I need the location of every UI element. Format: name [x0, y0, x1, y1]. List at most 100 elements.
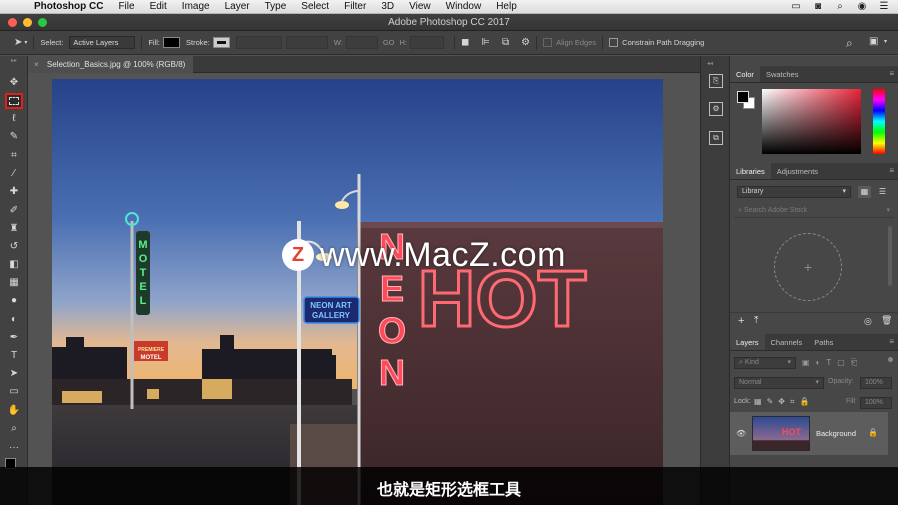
menu-filter[interactable]: Filter: [344, 1, 366, 12]
add-content-icon[interactable]: +: [738, 315, 744, 327]
geometry-settings-icon[interactable]: ⚙: [521, 37, 530, 48]
stroke-swatch[interactable]: [212, 37, 230, 48]
clone-stamp-tool-icon[interactable]: ♜: [5, 221, 23, 237]
screen-mirror-icon[interactable]: ▭: [790, 1, 802, 12]
layer-kind-filter[interactable]: ⌕ Kind ▾: [734, 357, 796, 369]
menu-image[interactable]: Image: [182, 1, 210, 12]
opacity-field[interactable]: 100%: [860, 377, 892, 389]
align-edges-checkbox[interactable]: [543, 38, 553, 47]
tab-layers[interactable]: Layers: [730, 334, 765, 350]
libraries-panel-menu-icon[interactable]: ≡: [889, 166, 894, 175]
crop-tool-icon[interactable]: ⌗: [5, 148, 23, 164]
brush-tool-icon[interactable]: ✐: [5, 203, 23, 219]
stock-search-input[interactable]: ⌕ Search Adobe Stock ▾: [734, 206, 894, 218]
link-wh-label[interactable]: GO: [383, 38, 395, 47]
tab-color[interactable]: Color: [730, 66, 760, 82]
eyedropper-tool-icon[interactable]: ⁄: [5, 166, 23, 182]
history-brush-tool-icon[interactable]: ↺: [5, 239, 23, 255]
fill-field[interactable]: 100%: [860, 397, 892, 409]
spotlight-search-icon[interactable]: ⌕: [834, 1, 846, 12]
quick-selection-tool-icon[interactable]: ✎: [5, 129, 23, 145]
lock-position-icon[interactable]: ✥: [778, 397, 790, 406]
rectangular-marquee-tool-icon[interactable]: [5, 93, 23, 109]
lasso-tool-icon[interactable]: ℓ: [5, 111, 23, 127]
tab-adjustments[interactable]: Adjustments: [771, 163, 824, 179]
more-tools-icon[interactable]: ···: [5, 440, 23, 456]
tab-swatches[interactable]: Swatches: [760, 66, 805, 82]
workspace-switcher-icon[interactable]: ▣: [869, 36, 878, 47]
constrain-path-checkbox[interactable]: [609, 38, 619, 47]
hue-slider[interactable]: [873, 89, 885, 154]
color-panel-foreground[interactable]: [737, 91, 749, 103]
pixel-filter-icon[interactable]: ▣: [802, 358, 816, 367]
fill-swatch[interactable]: [163, 37, 181, 48]
document-image[interactable]: N E O N HOT M O T E L NEON ART GALLERY P…: [52, 79, 663, 505]
apple-icon[interactable]: [10, 1, 22, 13]
type-tool-icon[interactable]: T: [5, 348, 23, 364]
grid-view-icon[interactable]: ▦: [858, 186, 871, 198]
library-trash-icon[interactable]: 🗑: [881, 315, 892, 326]
siri-icon[interactable]: ◉: [856, 1, 868, 12]
stock-search-chevron-icon[interactable]: ▾: [886, 206, 890, 216]
properties-panel-icon[interactable]: ⚙: [709, 102, 723, 116]
menu-help[interactable]: Help: [496, 1, 517, 12]
notification-list-icon[interactable]: ☰: [878, 1, 890, 12]
add-library-content-icon[interactable]: +: [774, 233, 842, 301]
path-selection-tool-icon[interactable]: ➤: [14, 37, 22, 48]
upload-icon[interactable]: ⤒: [754, 315, 758, 326]
layer-row-background[interactable]: 👁 HOT Background 🔒: [730, 412, 888, 455]
tab-libraries[interactable]: Libraries: [730, 163, 771, 179]
list-view-icon[interactable]: ☰: [876, 186, 889, 198]
width-field[interactable]: [345, 36, 378, 49]
menu-layer[interactable]: Layer: [225, 1, 250, 12]
library-dropdown[interactable]: Library ▾: [737, 186, 851, 198]
navigator-panel-icon[interactable]: ⧉: [709, 131, 723, 145]
move-tool-icon[interactable]: ✥: [5, 75, 23, 91]
zoom-tool-icon[interactable]: ⌕: [5, 421, 23, 437]
menu-view[interactable]: View: [409, 1, 431, 12]
menu-edit[interactable]: Edit: [150, 1, 167, 12]
gradient-tool-icon[interactable]: ▦: [5, 275, 23, 291]
adjustment-filter-icon[interactable]: ◐: [816, 358, 827, 367]
layers-panel-menu-icon[interactable]: ≡: [889, 337, 894, 346]
filter-toggle[interactable]: [888, 357, 893, 362]
tools-collapse-icon[interactable]: ▸▸: [5, 58, 23, 64]
smart-object-filter-icon[interactable]: ⎗: [851, 358, 863, 367]
libraries-scrollbar[interactable]: [888, 226, 892, 286]
lock-transparent-icon[interactable]: ▦: [754, 397, 767, 406]
height-field[interactable]: [409, 36, 444, 49]
path-selection-tool-icon[interactable]: ➤: [5, 366, 23, 382]
select-layers-dropdown[interactable]: Active Layers: [69, 36, 136, 49]
strip-collapse-icon[interactable]: ◂◂: [707, 60, 713, 67]
menu-window[interactable]: Window: [446, 1, 482, 12]
tool-preset-chevron-icon[interactable]: ▾: [24, 39, 27, 46]
color-picker-field[interactable]: [762, 89, 861, 154]
healing-brush-tool-icon[interactable]: ✚: [5, 184, 23, 200]
stroke-width-field[interactable]: [235, 36, 282, 49]
stroke-type-dropdown[interactable]: [285, 36, 328, 49]
path-operations-icon[interactable]: ◼: [461, 37, 469, 48]
dodge-tool-icon[interactable]: ◐: [5, 312, 23, 328]
tab-paths[interactable]: Paths: [808, 334, 839, 350]
menu-type[interactable]: Type: [265, 1, 287, 12]
shape-filter-icon[interactable]: ▢: [837, 358, 851, 367]
blend-mode-dropdown[interactable]: Normal ▾: [734, 377, 824, 389]
layer-visibility-icon[interactable]: 👁: [736, 429, 746, 438]
path-alignment-icon[interactable]: ⊫: [481, 37, 490, 48]
hand-tool-icon[interactable]: ✋: [5, 403, 23, 419]
lock-image-icon[interactable]: ✎: [767, 397, 779, 406]
menu-select[interactable]: Select: [301, 1, 329, 12]
layer-name[interactable]: Background: [816, 429, 856, 438]
eraser-tool-icon[interactable]: ◧: [5, 257, 23, 273]
type-filter-icon[interactable]: T: [826, 358, 837, 367]
lock-all-icon[interactable]: 🔒: [799, 397, 814, 406]
search-icon[interactable]: ⌕: [846, 36, 853, 51]
menu-app-name[interactable]: Photoshop CC: [34, 1, 103, 12]
camera-icon[interactable]: ◙: [812, 1, 824, 12]
menu-file[interactable]: File: [118, 1, 134, 12]
blur-tool-icon[interactable]: ●: [5, 293, 23, 309]
menu-3d[interactable]: 3D: [381, 1, 394, 12]
close-tab-icon[interactable]: ×: [34, 60, 39, 69]
path-arrangement-icon[interactable]: ⧉: [502, 37, 509, 48]
cc-sync-icon[interactable]: ◎: [864, 316, 872, 327]
